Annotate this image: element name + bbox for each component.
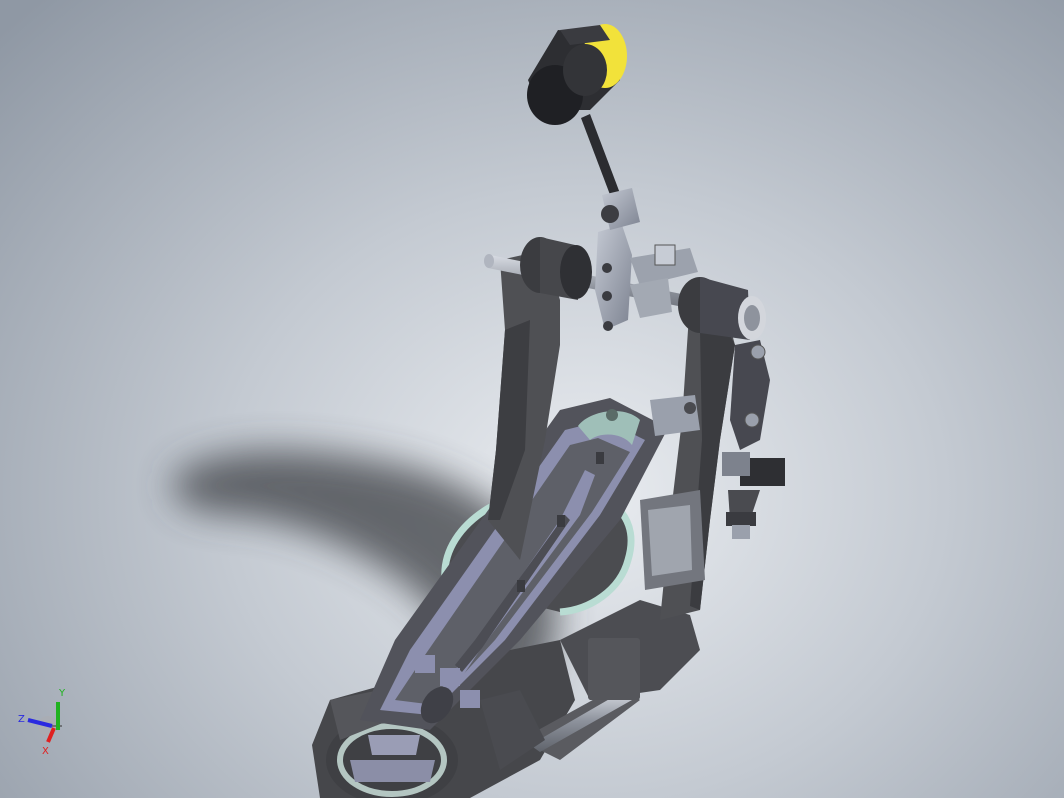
spring-assembly [722,340,785,539]
z-axis-label: Z [18,714,25,725]
model-canvas[interactable] [0,0,1064,798]
y-axis-label: Y [58,688,66,699]
axis-triad: Y Z X [18,688,66,757]
right-bearing [678,277,766,340]
x-axis-label: X [42,746,49,757]
beater-head [527,24,627,125]
cad-viewport[interactable]: Y Z X [0,0,1064,798]
beater-shaft [581,114,640,230]
right-frame-post [640,290,735,620]
